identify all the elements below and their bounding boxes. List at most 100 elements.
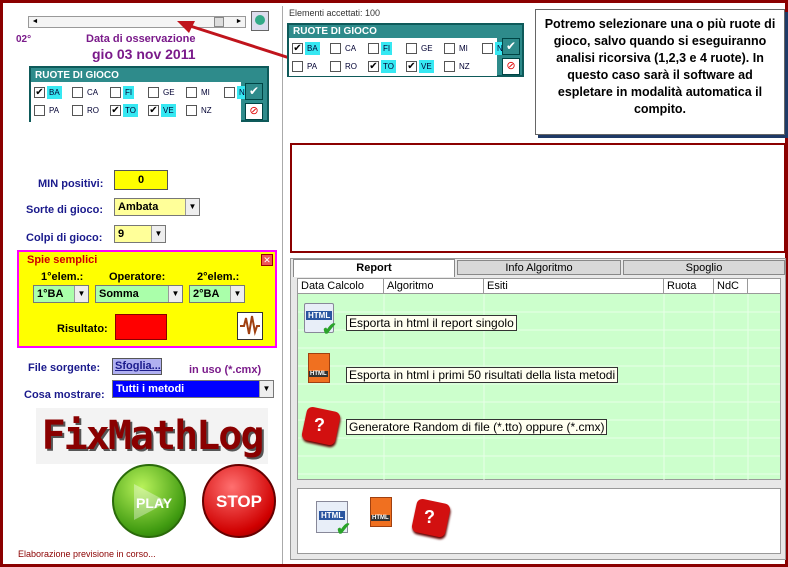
tooltip-primi-50: Esporta in html i primi 50 risultati del…: [346, 367, 619, 383]
html-list-icon[interactable]: HTML: [308, 353, 336, 387]
wheel-checkbox-ro[interactable]: [72, 105, 83, 116]
tab-info-algoritmo[interactable]: Info Algoritmo: [457, 260, 621, 275]
tab-report-label: Report: [356, 262, 392, 274]
select-all-button-right[interactable]: ✔: [502, 38, 520, 55]
ruote-panel: RUOTE DI GIOCO ✔BACAFIGEMINAPARO✔TO✔VENZ…: [29, 66, 269, 122]
operatore-select[interactable]: Somma ▼: [95, 285, 183, 303]
colpi-select[interactable]: 9 ▼: [114, 225, 166, 243]
wheel-right-label-fi: FI: [381, 42, 393, 55]
wheel-checkbox-nz[interactable]: [186, 105, 197, 116]
sfoglia-button[interactable]: Sfoglia...: [112, 358, 162, 375]
wheel-label-mi: MI: [201, 88, 210, 97]
col-esiti[interactable]: Esiti: [484, 279, 664, 293]
wheel-checkbox-mi[interactable]: [186, 87, 197, 98]
wheel-right-label-to: TO: [381, 60, 396, 73]
select-all-button[interactable]: ✔: [245, 83, 263, 100]
wheel-label-to: TO: [123, 104, 138, 117]
output-box: [290, 143, 786, 253]
toolbar-random-dice-icon[interactable]: ?: [410, 497, 454, 541]
callout-text: Potremo selezionare una o più ruote di g…: [544, 17, 776, 116]
results-grid[interactable]: Data Calcolo Algoritmo Esiti Ruota NdC H…: [297, 278, 781, 480]
tooltip-generatore: Generatore Random di file (*.tto) oppure…: [346, 419, 608, 435]
chevron-down-icon[interactable]: ▼: [259, 381, 273, 397]
elem1-select[interactable]: 1°BA ▼: [33, 285, 89, 303]
wheel-label-ve: VE: [161, 104, 176, 117]
sorte-value: Ambata: [118, 201, 159, 213]
wheel-right-checkbox-to[interactable]: ✔: [368, 61, 379, 72]
chevron-down-icon[interactable]: ▼: [185, 199, 199, 215]
wheel-right-checkbox-ve[interactable]: ✔: [406, 61, 417, 72]
wheel-label-ca: CA: [87, 88, 99, 97]
tab-report[interactable]: Report: [293, 259, 455, 277]
play-arrow-icon: [134, 484, 168, 520]
ruote-grid-right: ✔BACAFIGEMINAPARO✔TO✔VENZ: [289, 38, 511, 76]
elem1-value: 1°BA: [37, 288, 64, 300]
elem2-select[interactable]: 2°BA ▼: [189, 285, 245, 303]
calculate-icon[interactable]: [237, 312, 263, 340]
spie-panel: Spie semplici ✕ 1°elem.: Operatore: 2°el…: [17, 250, 277, 348]
tooltip-report-singolo: Esporta in html il report singolo: [346, 315, 517, 331]
wheel-right-checkbox-nz[interactable]: [444, 61, 455, 72]
logo-text: FixMathLog: [41, 413, 265, 459]
bottom-toolbar: HTML ✔ HTML ?: [297, 488, 781, 554]
tab-spoglio[interactable]: Spoglio: [623, 260, 785, 275]
elem2-label: 2°elem.:: [197, 271, 240, 283]
wheel-right-label-ba: BA: [305, 42, 320, 55]
cosa-select[interactable]: Tutti i metodi ▼: [112, 380, 274, 398]
sorte-select[interactable]: Ambata ▼: [114, 198, 200, 216]
risultato-label: Risultato:: [57, 323, 108, 335]
chevron-down-icon[interactable]: ▼: [168, 286, 182, 302]
tab-info-label: Info Algoritmo: [505, 262, 573, 274]
wheel-right-checkbox-ro[interactable]: [330, 61, 341, 72]
col-ndc[interactable]: NdC: [714, 279, 748, 293]
ruote-grid: ✔BACAFIGEMINAPARO✔TO✔VENZ: [31, 82, 253, 122]
in-uso-label: in uso (*.cmx): [189, 364, 262, 376]
wheel-checkbox-ba[interactable]: ✔: [34, 87, 45, 98]
html-export-icon[interactable]: HTML ✔: [302, 301, 340, 339]
wheel-checkbox-to[interactable]: ✔: [110, 105, 121, 116]
wheel-right-checkbox-ba[interactable]: ✔: [292, 43, 303, 54]
wheel-right-checkbox-na[interactable]: [482, 43, 493, 54]
wheel-right-checkbox-ge[interactable]: [406, 43, 417, 54]
clear-all-button-right[interactable]: ⊘: [502, 58, 520, 75]
chevron-down-icon[interactable]: ▼: [151, 226, 165, 242]
toolbar-html-list-icon[interactable]: HTML: [370, 497, 398, 531]
ruote-title-right: RUOTE DI GIOCO: [293, 26, 377, 37]
wheel-checkbox-fi[interactable]: [110, 87, 121, 98]
random-dice-icon[interactable]: ?: [300, 405, 344, 447]
wheel-right-label-mi: MI: [459, 44, 468, 53]
wheel-checkbox-ca[interactable]: [72, 87, 83, 98]
toolbar-html-list-label: HTML: [371, 515, 390, 521]
play-button[interactable]: PLAY: [112, 464, 186, 538]
min-positivi-label: MIN positivi:: [38, 178, 104, 190]
wheel-right-checkbox-ca[interactable]: [330, 43, 341, 54]
clear-all-button[interactable]: ⊘: [245, 103, 263, 120]
wheel-label-nz: NZ: [201, 106, 212, 115]
spie-title: Spie semplici: [27, 254, 98, 266]
wheel-right-label-pa: PA: [307, 62, 318, 71]
wheel-checkbox-na[interactable]: [224, 87, 235, 98]
wheel-right-checkbox-mi[interactable]: [444, 43, 455, 54]
col-algoritmo[interactable]: Algoritmo: [384, 279, 484, 293]
wheel-checkbox-pa[interactable]: [34, 105, 45, 116]
toolbar-html-export-icon[interactable]: HTML ✔: [316, 499, 356, 541]
wheel-right-checkbox-pa[interactable]: [292, 61, 303, 72]
tabs-container: Report Info Algoritmo Spoglio Data Calco…: [290, 258, 786, 560]
col-data-calcolo[interactable]: Data Calcolo: [298, 279, 384, 293]
scroll-left-arrow-icon[interactable]: ◄: [29, 16, 41, 28]
operatore-value: Somma: [99, 288, 139, 300]
chevron-down-icon[interactable]: ▼: [74, 286, 88, 302]
degree-label: 02°: [16, 34, 32, 45]
ruote-panel-right: RUOTE DI GIOCO ✔BACAFIGEMINAPARO✔TO✔VENZ…: [287, 23, 524, 77]
wheel-right-checkbox-fi[interactable]: [368, 43, 379, 54]
chevron-down-icon[interactable]: ▼: [230, 286, 244, 302]
min-positivi-field[interactable]: 0: [114, 170, 168, 190]
callout-box: Potremo selezionare una o più ruote di g…: [535, 9, 785, 135]
wheel-checkbox-ge[interactable]: [148, 87, 159, 98]
file-label: File sorgente:: [28, 362, 101, 374]
spie-close-button[interactable]: ✕: [261, 254, 273, 266]
stop-button[interactable]: STOP: [202, 464, 276, 538]
wheel-right-label-ro: RO: [345, 62, 357, 71]
wheel-checkbox-ve[interactable]: ✔: [148, 105, 159, 116]
col-ruota[interactable]: Ruota: [664, 279, 714, 293]
